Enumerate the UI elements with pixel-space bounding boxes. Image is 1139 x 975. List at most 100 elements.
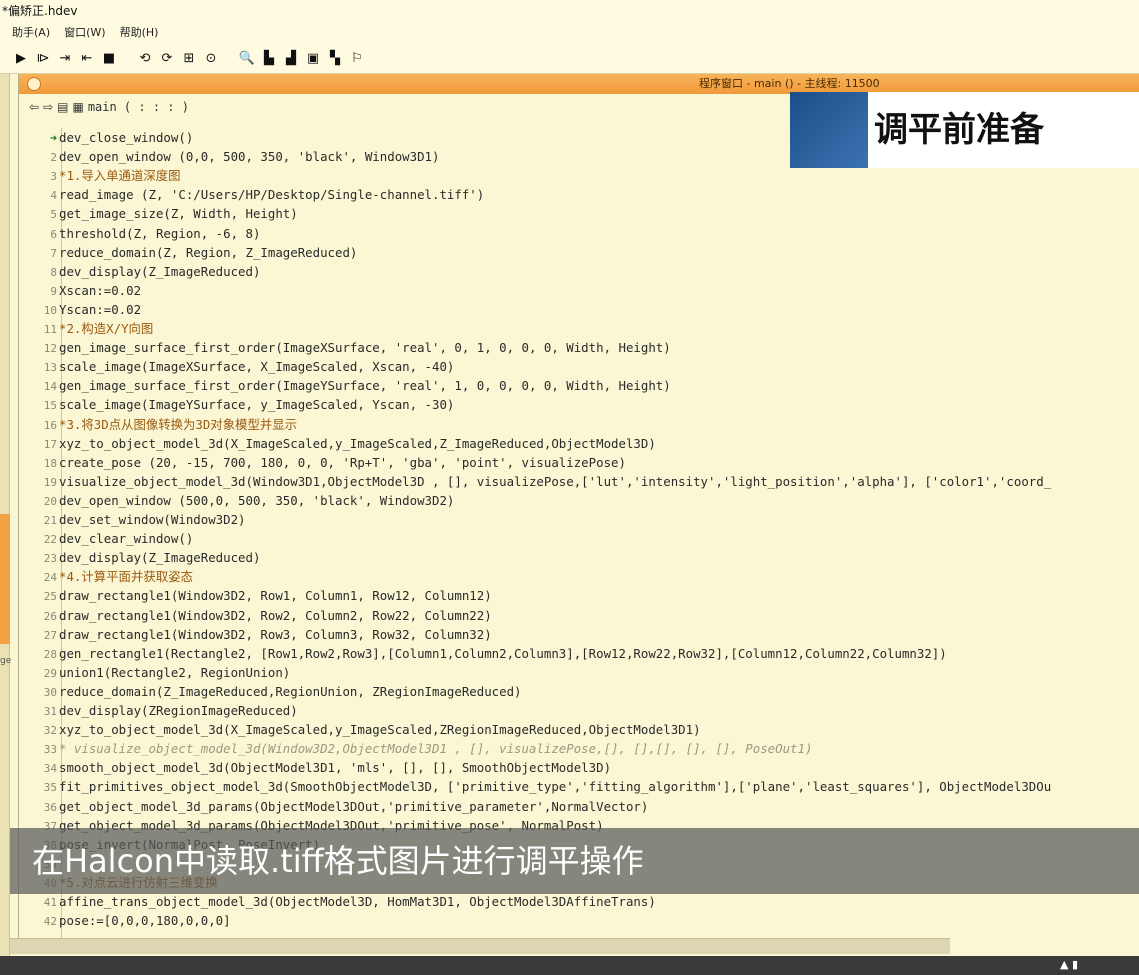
line-number: 14 — [43, 380, 57, 394]
code-line[interactable]: 8 dev_display(Z_ImageReduced) — [29, 262, 1139, 281]
code-line[interactable]: 21 dev_set_window(Window3D2) — [29, 510, 1139, 529]
reset-all-icon[interactable]: ⟳ — [158, 50, 176, 68]
line-number: 5 — [50, 208, 57, 222]
code-text: dev_open_window (500,0, 500, 350, 'black… — [59, 492, 455, 508]
code-line[interactable]: 16 *3.将3D点从图像转换为3D对象模型并显示 — [29, 415, 1139, 434]
code-line[interactable]: 7 reduce_domain(Z, Region, Z_ImageReduced… — [29, 243, 1139, 262]
code-line[interactable]: 15 scale_image(ImageYSurface, y_ImageScal… — [29, 395, 1139, 414]
code-text: xyz_to_object_model_3d(X_ImageScaled,y_I… — [59, 722, 701, 738]
code-line[interactable]: 12 gen_image_surface_first_order(ImageXSu… — [29, 338, 1139, 357]
code-line[interactable]: 41 affine_trans_object_model_3d(ObjectMod… — [29, 892, 1139, 911]
code-text: dev_set_window(Window3D2) — [59, 512, 246, 527]
heading-accent-block — [790, 92, 868, 168]
code-line[interactable]: 42 pose:=[0,0,0,180,0,0,0] — [29, 911, 1139, 930]
heading-overlay: 调平前准备 — [790, 92, 1139, 168]
code-line[interactable]: 32 xyz_to_object_model_3d(X_ImageScaled,y… — [29, 720, 1139, 739]
forward-arrow-icon[interactable]: ⇨ — [43, 100, 53, 114]
code-text: *2.构造X/Y向图 — [59, 321, 154, 336]
code-text: union1(Rectangle2, RegionUnion) — [59, 664, 291, 680]
line-number: 23 — [43, 552, 57, 566]
procedure-icon[interactable]: ▦ — [72, 100, 83, 114]
line-number: 35 — [43, 781, 57, 795]
program-counter-arrow-icon: ➜ — [49, 131, 57, 145]
horizontal-scrollbar[interactable] — [10, 938, 950, 954]
line-profile-icon[interactable]: ▟ — [282, 50, 300, 68]
feature-icon[interactable]: ⚐ — [348, 50, 366, 68]
line-number: 15 — [43, 399, 57, 413]
code-line[interactable]: 6 threshold(Z, Region, -6, 8) — [29, 224, 1139, 243]
line-number: 4 — [50, 189, 57, 203]
program-window-title-bar[interactable]: 程序窗口 - main () - 主线程: 11500 — [19, 74, 1139, 94]
timer-icon[interactable]: ⊙ — [202, 50, 220, 68]
code-text: Yscan:=0.02 — [59, 301, 142, 317]
code-line[interactable]: 36 get_object_model_3d_params(ObjectModel… — [29, 797, 1139, 816]
line-number: 12 — [43, 342, 57, 356]
line-number: 20 — [43, 494, 57, 508]
code-line[interactable]: 17 xyz_to_object_model_3d(X_ImageScaled,y… — [29, 434, 1139, 453]
histogram-icon[interactable]: ▙ — [260, 50, 278, 68]
code-line[interactable]: 11 *2.构造X/Y向图 — [29, 319, 1139, 338]
step-over-icon[interactable]: ⧐ — [34, 50, 52, 68]
code-line[interactable]: 19 visualize_object_model_3d(Window3D1,Ob… — [29, 472, 1139, 491]
code-line[interactable]: 4 read_image (Z, 'C:/Users/HP/Desktop/Sin… — [29, 185, 1139, 204]
line-number: 24 — [43, 571, 57, 585]
code-text: scale_image(ImageYSurface, y_ImageScaled… — [59, 397, 455, 413]
line-number: 26 — [43, 609, 57, 623]
procedure-signature[interactable]: main ( : : : ) — [88, 100, 189, 114]
code-line[interactable]: 10 Yscan:=0.02 — [29, 300, 1139, 319]
menu-item-assistant[interactable]: 助手(A) — [12, 22, 50, 44]
taskbar: ▲ ▮ — [0, 956, 1139, 975]
code-line[interactable]: 30 reduce_domain(Z_ImageReduced,RegionUni… — [29, 682, 1139, 701]
line-number: 28 — [43, 647, 57, 661]
line-number: 10 — [43, 303, 57, 317]
code-line[interactable]: 28 gen_rectangle1(Rectangle2, [Row1,Row2,… — [29, 644, 1139, 663]
code-line[interactable]: 31 dev_display(ZRegionImageReduced) — [29, 701, 1139, 720]
code-text: draw_rectangle1(Window3D2, Row2, Column2… — [59, 607, 492, 623]
code-line[interactable]: 9 Xscan:=0.02 — [29, 281, 1139, 300]
code-text: dev_display(ZRegionImageReduced) — [59, 703, 298, 718]
code-line[interactable]: 29 union1(Rectangle2, RegionUnion) — [29, 663, 1139, 682]
code-line[interactable]: 35 fit_primitives_object_model_3d(SmoothO… — [29, 777, 1139, 796]
line-number: 6 — [50, 227, 57, 241]
tray-icon[interactable]: ▲ ▮ — [1060, 958, 1078, 971]
line-number: 17 — [43, 437, 57, 451]
procedure-list-icon[interactable]: ▤ — [57, 100, 68, 114]
zoom-icon[interactable]: 🔍 — [238, 50, 256, 68]
code-editor[interactable]: ➜ dev_close_window() 2 dev_open_window (0,0… — [29, 128, 1129, 948]
run-icon[interactable]: ▶ — [12, 50, 30, 68]
inspect-icon[interactable]: ⊞ — [180, 50, 198, 68]
code-line[interactable]: 25 draw_rectangle1(Window3D2, Row1, Colum… — [29, 586, 1139, 605]
line-number: 34 — [43, 762, 57, 776]
code-text: *4.计算平面并获取姿态 — [59, 569, 193, 585]
code-line[interactable]: 18 create_pose (20, -15, 700, 180, 0, 0, … — [29, 453, 1139, 472]
code-line[interactable]: 22 dev_clear_window() — [29, 529, 1139, 548]
code-line[interactable]: 34 smooth_object_model_3d(ObjectModel3D1,… — [29, 758, 1139, 777]
menu-bar: 助手(A) 窗口(W) 帮助(H) — [0, 22, 1139, 44]
code-line[interactable]: 26 draw_rectangle1(Window3D2, Row2, Colum… — [29, 606, 1139, 625]
code-line[interactable]: 3 *1.导入单通道深度图 — [29, 166, 1139, 185]
menu-item-help[interactable]: 帮助(H) — [120, 22, 159, 44]
region-chart-icon[interactable]: ▚ — [326, 50, 344, 68]
line-number: 36 — [43, 800, 57, 814]
code-text: draw_rectangle1(Window3D2, Row1, Column1… — [59, 588, 492, 604]
code-line[interactable]: 23 dev_display(Z_ImageReduced) — [29, 548, 1139, 567]
code-text: *3.将3D点从图像转换为3D对象模型并显示 — [59, 416, 298, 432]
back-arrow-icon[interactable]: ⇦ — [29, 100, 39, 114]
gray-histogram-icon[interactable]: ▣ — [304, 50, 322, 68]
code-line[interactable]: 24 *4.计算平面并获取姿态 — [29, 567, 1139, 586]
window-title-bar: *偏矫正.hdev — [0, 0, 1139, 22]
code-line[interactable]: 5 get_image_size(Z, Width, Height) — [29, 204, 1139, 223]
reset-icon[interactable]: ⟲ — [136, 50, 154, 68]
code-line[interactable]: 27 draw_rectangle1(Window3D2, Row3, Colum… — [29, 625, 1139, 644]
stop-icon[interactable]: ■ — [100, 50, 118, 68]
code-line[interactable]: 20 dev_open_window (500,0, 500, 350, 'bla… — [29, 491, 1139, 510]
menu-item-window[interactable]: 窗口(W) — [64, 22, 105, 44]
line-number: 3 — [50, 170, 57, 184]
code-text: get_image_size(Z, Width, Height) — [59, 206, 298, 222]
step-back-icon[interactable]: ⇤ — [78, 50, 96, 68]
code-line[interactable]: 14 gen_image_surface_first_order(ImageYSu… — [29, 376, 1139, 395]
code-line[interactable]: 13 scale_image(ImageXSurface, X_ImageScal… — [29, 357, 1139, 376]
line-number: 18 — [43, 456, 57, 470]
code-line[interactable]: 33 * visualize_object_model_3d(Window3D2,… — [29, 739, 1139, 758]
step-into-icon[interactable]: ⇥ — [56, 50, 74, 68]
